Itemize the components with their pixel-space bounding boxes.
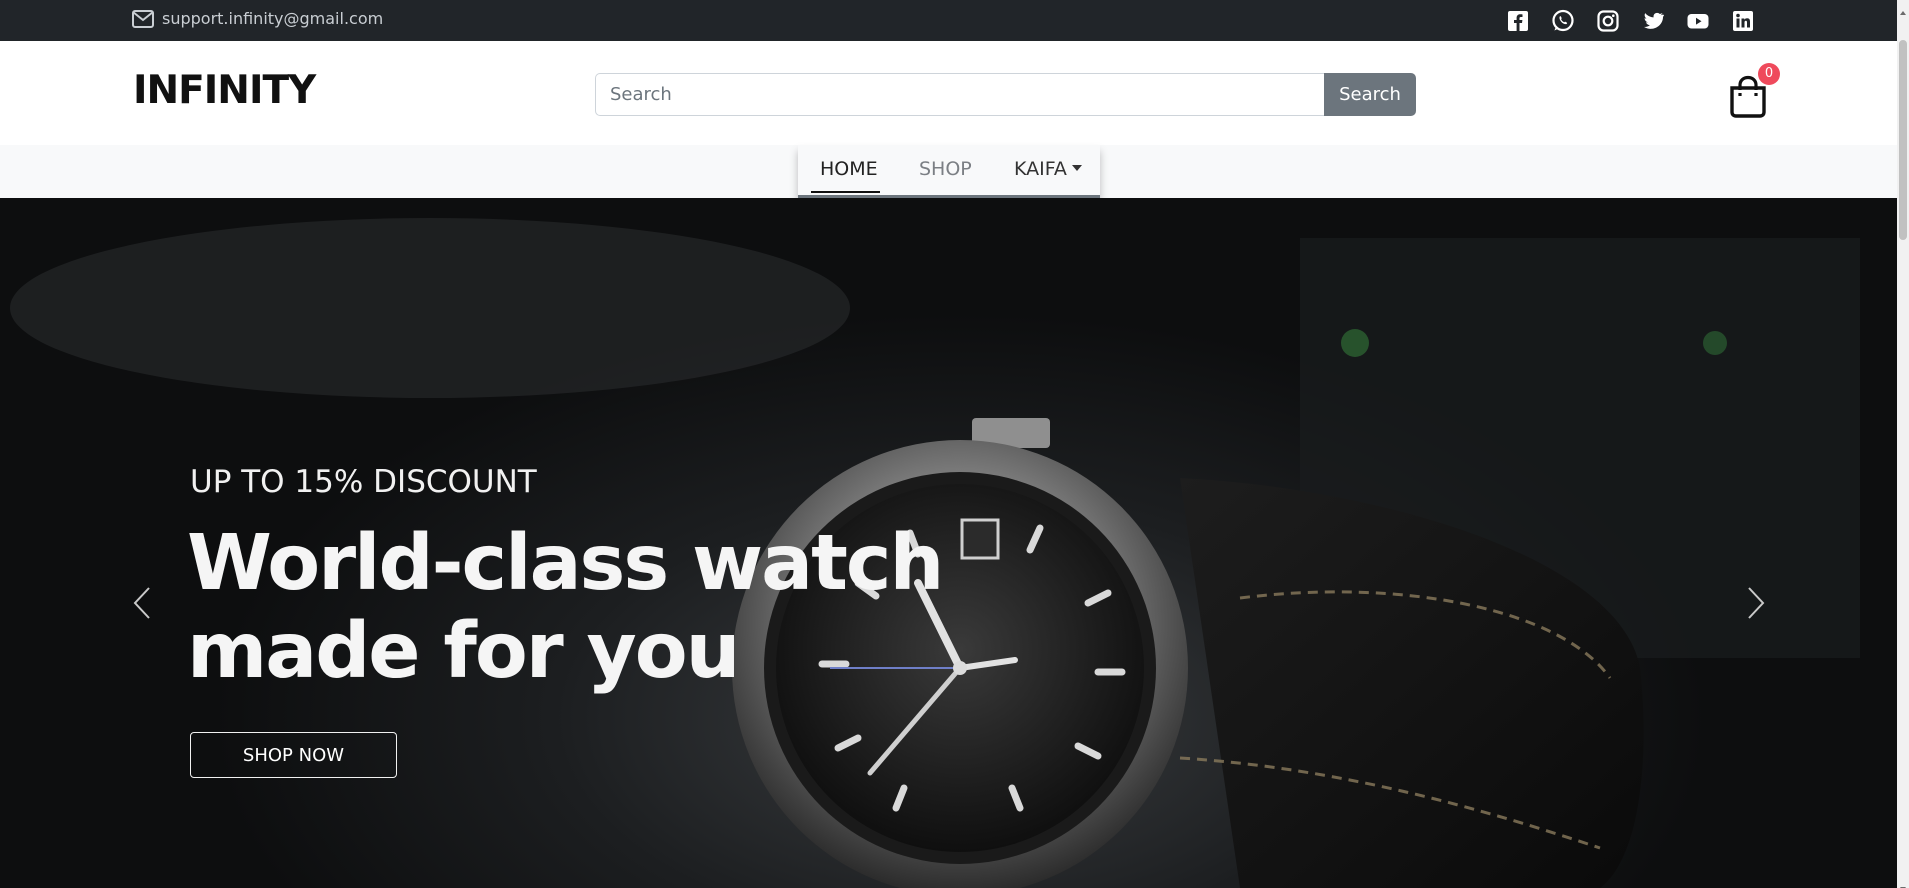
nav-item-home[interactable]: HOME <box>811 158 880 193</box>
twitter-icon[interactable] <box>1640 8 1666 34</box>
search-button[interactable]: Search <box>1324 73 1416 116</box>
facebook-icon[interactable] <box>1505 8 1531 34</box>
instagram-icon[interactable] <box>1595 8 1621 34</box>
mail-icon <box>132 9 154 28</box>
cart-count-badge: 0 <box>1758 63 1780 85</box>
nav-item-kaifa[interactable]: KAIFA <box>1014 158 1082 180</box>
social-links <box>1505 8 1756 34</box>
top-bar: support.infinity@gmail.com <box>0 0 1897 41</box>
hero-title: World-class watch made for you <box>187 520 947 696</box>
scrollbar-thumb[interactable] <box>1899 40 1907 240</box>
whatsapp-icon[interactable] <box>1550 8 1576 34</box>
hero-banner: UP TO 15% DISCOUNT World-class watch mad… <box>0 198 1897 888</box>
hero-title-line2: made for you <box>187 607 740 696</box>
carousel-next-arrow-icon[interactable] <box>1746 586 1766 620</box>
contact-email[interactable]: support.infinity@gmail.com <box>132 9 383 28</box>
site-logo[interactable]: INFINITY <box>133 68 316 113</box>
scroll-down-arrow-icon[interactable] <box>1899 878 1907 888</box>
nav-item-shop[interactable]: SHOP <box>919 158 972 180</box>
linkedin-icon[interactable] <box>1730 8 1756 34</box>
hero-title-line1: World-class watch <box>187 519 944 608</box>
email-text: support.infinity@gmail.com <box>162 9 384 28</box>
caret-down-icon <box>1071 165 1082 171</box>
carousel-prev-arrow-icon[interactable] <box>132 586 152 620</box>
shop-now-button[interactable]: SHOP NOW <box>190 732 397 778</box>
nav-menu: HOME SHOP KAIFA <box>798 145 1100 198</box>
scroll-up-arrow-icon[interactable] <box>1899 2 1907 15</box>
main-nav: HOME SHOP KAIFA <box>0 145 1897 198</box>
site-header: INFINITY Search 0 <box>0 41 1897 145</box>
nav-item-kaifa-label: KAIFA <box>1014 158 1067 180</box>
hero-subtitle: UP TO 15% DISCOUNT <box>190 464 537 500</box>
search-input[interactable] <box>595 73 1324 116</box>
search-form: Search <box>595 73 1416 116</box>
page-scrollbar[interactable] <box>1897 0 1909 888</box>
youtube-icon[interactable] <box>1685 8 1711 34</box>
